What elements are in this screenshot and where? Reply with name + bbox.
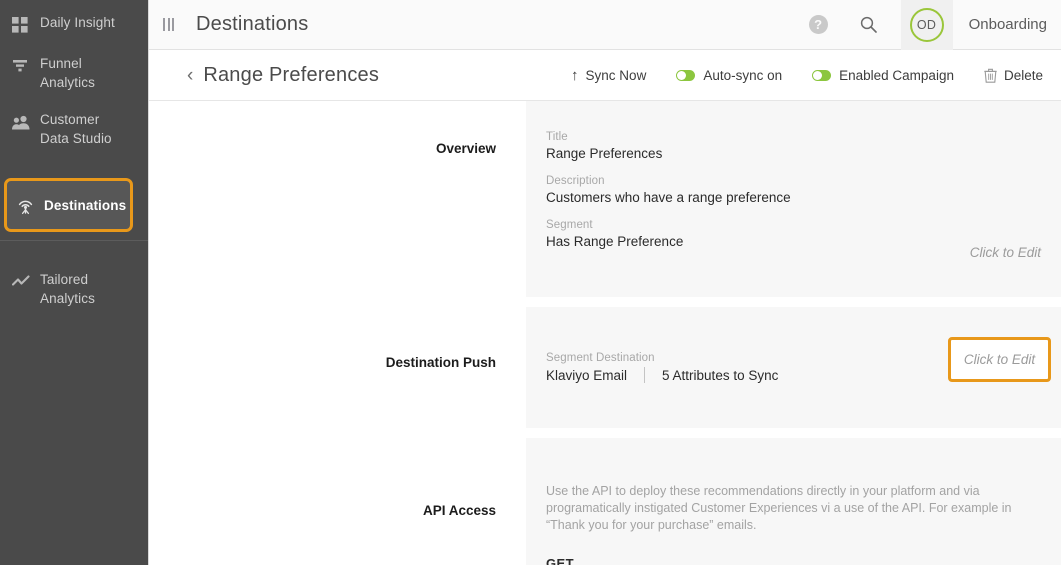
sync-now-button[interactable]: ↑ Sync Now [571, 68, 646, 83]
vertical-divider [644, 367, 646, 383]
sidebar-item-label: Funnel Analytics [40, 56, 95, 90]
sidebar-item-label: Destinations [44, 197, 127, 213]
field-value: Range Preferences [546, 146, 663, 161]
destination-push-panel: Segment Destination Klaviyo Email 5 Attr… [526, 307, 1061, 428]
line-chart-icon [12, 271, 40, 293]
enabled-campaign-label: Enabled Campaign [839, 67, 954, 83]
sidebar-item-destinations[interactable]: Destinations [4, 178, 133, 232]
top-header: Destinations ? OD Onboarding [149, 0, 1061, 50]
toggle-on-icon [676, 69, 696, 81]
sidebar-item-customer-data-studio[interactable]: Customer Data Studio [0, 101, 148, 157]
question-circle-icon[interactable]: ? [808, 15, 828, 34]
sidebar-divider [0, 240, 148, 241]
sub-header-toolbar: ‹ Range Preferences ↑ Sync Now Auto-sync… [149, 50, 1061, 101]
broadcast-icon [16, 194, 44, 216]
api-access-panel: Use the API to deploy these recommendati… [526, 438, 1061, 565]
people-icon [12, 111, 40, 133]
section-overview: Overview Title Range Preferences Descrip… [149, 101, 1061, 297]
field-segment: Segment Has Range Preference [546, 219, 1037, 249]
chevron-left-icon: ‹ [187, 64, 194, 86]
api-method-label: GET [546, 556, 574, 565]
sync-now-label: Sync Now [585, 67, 647, 83]
avatar-button[interactable]: OD [900, 0, 953, 50]
auto-sync-toggle[interactable]: Auto-sync on [676, 68, 782, 83]
header-actions: ? OD Onboarding [808, 0, 1061, 50]
api-description: Use the API to deploy these recommendati… [546, 484, 1012, 532]
search-icon[interactable] [860, 16, 877, 33]
destination-name: Klaviyo Email [546, 367, 628, 383]
user-name[interactable]: Onboarding [969, 16, 1047, 33]
destination-push-edit-label: Click to Edit [963, 352, 1036, 367]
attributes-count: 5 Attributes to Sync [662, 367, 779, 383]
funnel-icon [12, 55, 40, 77]
content-area: Overview Title Range Preferences Descrip… [149, 101, 1061, 565]
arrow-up-icon: ↑ [571, 66, 579, 84]
auto-sync-label: Auto-sync on [703, 67, 783, 83]
back-button[interactable]: ‹ Range Preferences [187, 64, 379, 87]
avatar: OD [909, 7, 944, 42]
grid-icon [12, 14, 40, 36]
sidebar-item-tailored-analytics[interactable]: Tailored Analytics [0, 261, 148, 317]
field-label: Title [546, 131, 568, 143]
delete-label: Delete [1003, 67, 1043, 83]
enabled-campaign-toggle[interactable]: Enabled Campaign [812, 68, 954, 83]
sub-page-title: Range Preferences [203, 63, 380, 86]
app-root: Daily Insight Funnel Analytics Customer … [0, 0, 1061, 565]
page-title: Destinations [196, 13, 309, 35]
section-label-api-access: API Access [149, 438, 526, 565]
field-title: Title Range Preferences [546, 131, 1037, 161]
main-area: Destinations ? OD Onboarding ‹ Range Pre… [148, 0, 1061, 565]
destination-push-click-to-edit[interactable]: Click to Edit [948, 337, 1051, 382]
sidebar: Daily Insight Funnel Analytics Customer … [0, 0, 148, 565]
section-api-access: API Access Use the API to deploy these r… [149, 438, 1061, 565]
section-label-destination-push: Destination Push [149, 307, 526, 428]
sidebar-item-funnel-analytics[interactable]: Funnel Analytics [0, 45, 148, 101]
sidebar-item-label: Daily Insight [40, 15, 115, 30]
field-label: Description [546, 175, 605, 187]
toolbar-actions: ↑ Sync Now Auto-sync on Enabled Campaign [541, 68, 1043, 83]
delete-button[interactable]: Delete [984, 68, 1043, 83]
overview-panel: Title Range Preferences Description Cust… [526, 101, 1061, 297]
section-destination-push: Destination Push Segment Destination Kla… [149, 307, 1061, 428]
field-label: Segment [546, 219, 593, 231]
sidebar-item-label: Tailored Analytics [40, 272, 95, 306]
trash-icon [984, 68, 997, 83]
sidebar-item-daily-insight[interactable]: Daily Insight [0, 4, 148, 45]
section-label-overview: Overview [149, 101, 526, 297]
toggle-on-icon [812, 69, 832, 81]
sidebar-item-label: Customer Data Studio [40, 112, 112, 146]
field-value: Customers who have a range preference [546, 190, 791, 205]
field-description: Description Customers who have a range p… [546, 175, 1037, 205]
overview-click-to-edit[interactable]: Click to Edit [970, 245, 1041, 260]
menu-toggle-icon[interactable] [163, 18, 174, 31]
field-value: Has Range Preference [546, 234, 684, 249]
